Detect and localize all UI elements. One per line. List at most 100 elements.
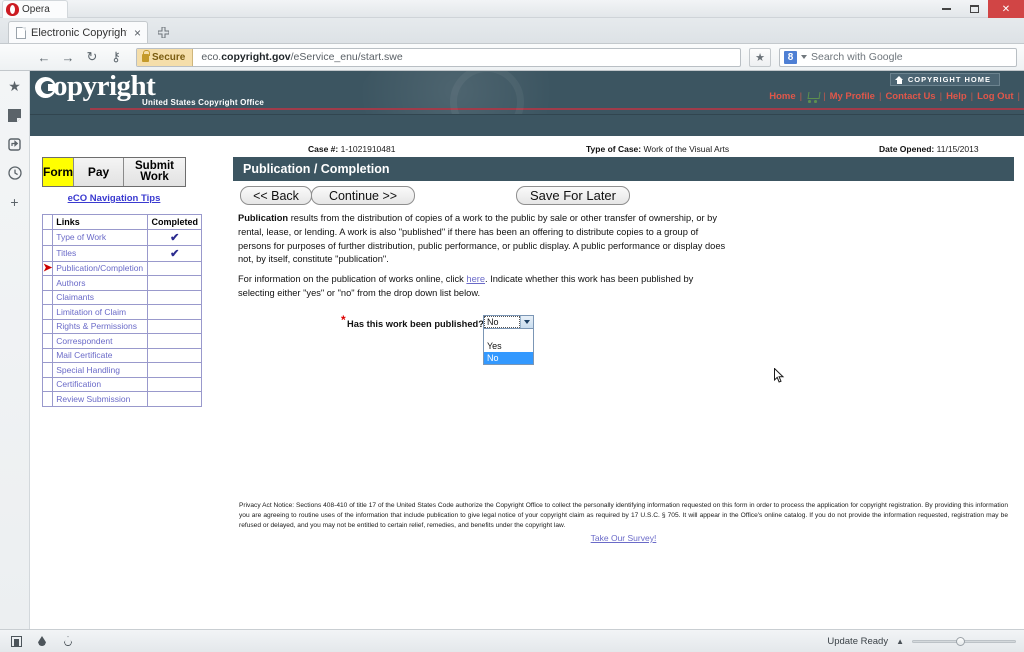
minimize-button[interactable] bbox=[932, 0, 960, 18]
option-yes[interactable]: Yes bbox=[484, 341, 533, 353]
row-marker bbox=[41, 304, 54, 320]
sidebar-link-type-of-work[interactable]: Type of Work bbox=[52, 228, 149, 246]
sidebar-link-correspondent[interactable]: Correspondent bbox=[52, 333, 149, 349]
continue-button[interactable]: Continue >> bbox=[311, 186, 415, 205]
opera-app-badge[interactable]: Opera bbox=[2, 0, 68, 18]
row-marker bbox=[41, 376, 54, 392]
notes-icon[interactable] bbox=[7, 107, 23, 123]
chevron-down-icon[interactable] bbox=[801, 55, 807, 59]
sidebar-link-titles[interactable]: Titles bbox=[52, 244, 149, 262]
th-marker bbox=[41, 214, 54, 230]
zoom-thumb[interactable] bbox=[956, 636, 965, 646]
bookmark-star-icon[interactable]: ★ bbox=[749, 47, 771, 67]
step-submit-work[interactable]: Submit Work bbox=[124, 158, 185, 186]
key-icon[interactable]: ⚷ bbox=[108, 49, 124, 65]
type-of-case: Type of Case: Work of the Visual Arts bbox=[586, 144, 729, 154]
tab-close-icon[interactable]: × bbox=[134, 26, 141, 40]
nav-my-profile[interactable]: My Profile bbox=[830, 91, 875, 102]
back-button[interactable]: << Back bbox=[240, 186, 312, 205]
publication-bold-term: Publication bbox=[238, 213, 289, 223]
table-row: Limitation of Claim bbox=[41, 304, 202, 320]
maximize-button[interactable] bbox=[960, 0, 988, 18]
step-form[interactable]: Form bbox=[43, 158, 74, 186]
row-marker bbox=[41, 347, 54, 363]
completed-check bbox=[147, 362, 202, 378]
cart-icon[interactable] bbox=[806, 92, 819, 103]
nav-help[interactable]: Help bbox=[946, 91, 967, 102]
page-title: Publication / Completion bbox=[233, 157, 1014, 181]
close-button[interactable]: ✕ bbox=[988, 0, 1024, 18]
nav-log-out[interactable]: Log Out bbox=[977, 91, 1013, 102]
share-icon[interactable] bbox=[7, 136, 23, 152]
sidebar-link-authors[interactable]: Authors bbox=[52, 275, 149, 291]
completed-check bbox=[147, 289, 202, 305]
forward-icon[interactable]: → bbox=[60, 49, 76, 65]
close-icon: ✕ bbox=[1001, 3, 1011, 15]
reload-icon[interactable]: ↻ bbox=[84, 49, 100, 65]
sidebar-link-mail-certificate[interactable]: Mail Certificate bbox=[52, 347, 149, 363]
zoom-slider[interactable] bbox=[912, 636, 1016, 646]
required-field-marker: * bbox=[341, 312, 346, 327]
case-number-value: 1-1021910481 bbox=[340, 144, 396, 154]
maximize-icon bbox=[969, 5, 979, 13]
sidebar-link-rights-permissions[interactable]: Rights & Permissions bbox=[52, 318, 149, 334]
plus-icon[interactable]: + bbox=[7, 194, 23, 210]
step-pay[interactable]: Pay bbox=[74, 158, 124, 186]
here-link[interactable]: here bbox=[466, 274, 485, 284]
copyright-c-icon bbox=[35, 77, 57, 98]
sidebar-link-certification[interactable]: Certification bbox=[52, 376, 149, 392]
copyright-logo: opyright bbox=[35, 71, 156, 102]
history-icon[interactable] bbox=[7, 165, 23, 181]
nav-separator: | bbox=[799, 91, 803, 102]
new-tab-button[interactable] bbox=[152, 21, 174, 43]
completed-check: ✔ bbox=[147, 228, 202, 246]
th-completed: Completed bbox=[147, 214, 202, 230]
power-icon[interactable] bbox=[60, 634, 76, 648]
take-our-survey-link[interactable]: Take Our Survey! bbox=[233, 533, 1014, 543]
sidebar-link-special-handling[interactable]: Special Handling bbox=[52, 362, 149, 378]
star-icon[interactable]: ★ bbox=[7, 78, 23, 94]
tab-electronic-copyright-office[interactable]: Electronic Copyright O... × bbox=[8, 21, 148, 43]
window-titlebar: Opera ✕ bbox=[0, 0, 1024, 18]
nav-contact-us[interactable]: Contact Us bbox=[885, 91, 935, 102]
option-blank[interactable] bbox=[484, 329, 533, 341]
expand-up-icon[interactable]: ▲ bbox=[896, 637, 904, 646]
sidebar-link-publication-completion[interactable]: Publication/Completion bbox=[52, 260, 149, 276]
table-row: Special Handling bbox=[41, 362, 202, 378]
th-links: Links bbox=[52, 214, 149, 230]
save-for-later-label: Save For Later bbox=[530, 188, 616, 203]
save-for-later-button[interactable]: Save For Later bbox=[516, 186, 630, 205]
sidebar-link-claimants[interactable]: Claimants bbox=[52, 289, 149, 305]
logo-text: opyright bbox=[53, 71, 156, 102]
sidebar-link-limitation-of-claim[interactable]: Limitation of Claim bbox=[52, 304, 149, 320]
copyright-home-button[interactable]: COPYRIGHT HOME bbox=[889, 73, 1000, 86]
table-row: Certification bbox=[41, 376, 202, 392]
form-button-row: << Back Continue >> Save For Later bbox=[233, 186, 1014, 206]
logo-subtitle: United States Copyright Office bbox=[142, 98, 265, 107]
current-step-arrow-icon: ➤ bbox=[41, 260, 54, 276]
eco-navigation-tips-link[interactable]: eCO Navigation Tips bbox=[42, 193, 186, 204]
type-of-case-value: Work of the Visual Arts bbox=[643, 144, 730, 154]
published-select-options[interactable]: Yes No bbox=[483, 328, 534, 365]
header-divider bbox=[90, 108, 1024, 110]
sidebar-link-review-submission[interactable]: Review Submission bbox=[52, 391, 149, 407]
date-opened-label: Date Opened: bbox=[879, 144, 935, 154]
back-icon[interactable]: ← bbox=[36, 49, 52, 65]
chevron-down-icon[interactable] bbox=[520, 315, 533, 328]
completed-check bbox=[147, 275, 202, 291]
address-bar[interactable]: Secure eco.copyright.gov/eService_enu/st… bbox=[136, 47, 741, 67]
search-input[interactable]: 8 Search with Google bbox=[779, 47, 1017, 67]
published-select-closed[interactable]: No bbox=[483, 314, 534, 329]
battery-saver-icon[interactable] bbox=[34, 634, 50, 648]
status-bar: Update Ready ▲ bbox=[0, 629, 1024, 652]
completed-check bbox=[147, 376, 202, 392]
row-marker bbox=[41, 244, 54, 262]
option-no[interactable]: No bbox=[484, 352, 533, 364]
update-status-label[interactable]: Update Ready bbox=[827, 636, 888, 647]
published-select-value: No bbox=[484, 315, 520, 328]
published-dropdown[interactable]: No Yes No bbox=[483, 314, 785, 383]
nav-separator: | bbox=[823, 91, 826, 102]
lock-icon bbox=[142, 50, 150, 62]
panel-toggle-icon[interactable] bbox=[8, 634, 24, 648]
nav-home[interactable]: Home bbox=[769, 91, 795, 102]
